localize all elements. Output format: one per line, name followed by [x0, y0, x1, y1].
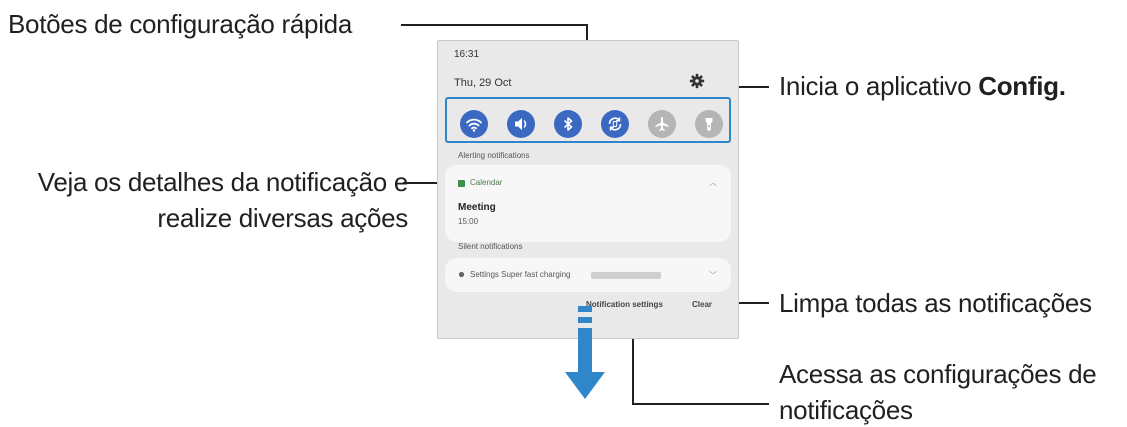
sound-button[interactable]	[507, 110, 535, 138]
auto-rotate-button[interactable]	[601, 110, 629, 138]
clear-button[interactable]: Clear	[692, 300, 712, 309]
bluetooth-button[interactable]	[554, 110, 582, 138]
notification-time: 15:00	[458, 217, 479, 226]
settings-callout-bold: Config.	[978, 71, 1066, 101]
airplane-icon	[655, 117, 669, 131]
details-callout-line2: realize diversas ações	[157, 203, 408, 233]
bluetooth-icon	[563, 117, 573, 131]
notification-title: Meeting	[458, 202, 496, 213]
wifi-icon	[466, 118, 482, 132]
calendar-app-name: Calendar	[470, 178, 503, 187]
clear-callout: Limpa todas as notificações	[779, 288, 1092, 318]
notification-settings-callout-line2: notificações	[779, 395, 913, 425]
leader-quick-settings-h	[401, 24, 587, 26]
quick-settings-callout: Botões de configuração rápida	[8, 9, 352, 39]
expand-chevron-icon[interactable]: ﹀	[709, 270, 717, 281]
notification-settings-callout-line1: Acessa as configurações de	[779, 359, 1097, 389]
details-callout-line1: Veja os detalhes da notificação e	[37, 167, 409, 197]
quick-settings-bar	[445, 97, 731, 143]
settings-small-icon	[458, 271, 465, 278]
blurred-progress	[591, 272, 661, 279]
details-callout: Veja os detalhes da notificação e realiz…	[8, 166, 409, 235]
settings-callout: Inicia o aplicativo Config.	[779, 70, 1066, 103]
gear-icon[interactable]	[688, 72, 706, 90]
silent-notification-text: Settings Super fast charging	[470, 270, 571, 279]
flashlight-icon	[705, 118, 713, 131]
airplane-button[interactable]	[648, 110, 676, 138]
calendar-notification[interactable]: Calendar ︿ Meeting 15:00	[445, 165, 731, 242]
notification-panel: 16:31 Thu, 29 Oct Alerting notifications…	[437, 40, 739, 339]
wifi-button[interactable]	[460, 110, 488, 138]
silent-notification[interactable]: Settings Super fast charging ﹀	[445, 258, 731, 292]
sound-icon	[515, 118, 527, 130]
alerting-notifications-label: Alerting notifications	[458, 151, 530, 160]
notification-settings-callout: Acessa as configurações de notificações	[779, 358, 1097, 427]
leader-notification-settings-h	[632, 403, 769, 405]
auto-rotate-icon	[608, 117, 622, 131]
flashlight-button[interactable]	[695, 110, 723, 138]
expand-chevron-icon[interactable]: ︿	[709, 177, 717, 188]
calendar-icon	[458, 180, 465, 187]
swipe-down-arrow-icon	[565, 306, 605, 399]
settings-callout-text: Inicia o aplicativo	[779, 71, 979, 101]
silent-notifications-label: Silent notifications	[458, 242, 523, 251]
panel-date: Thu, 29 Oct	[454, 77, 512, 89]
status-time: 16:31	[454, 49, 480, 60]
